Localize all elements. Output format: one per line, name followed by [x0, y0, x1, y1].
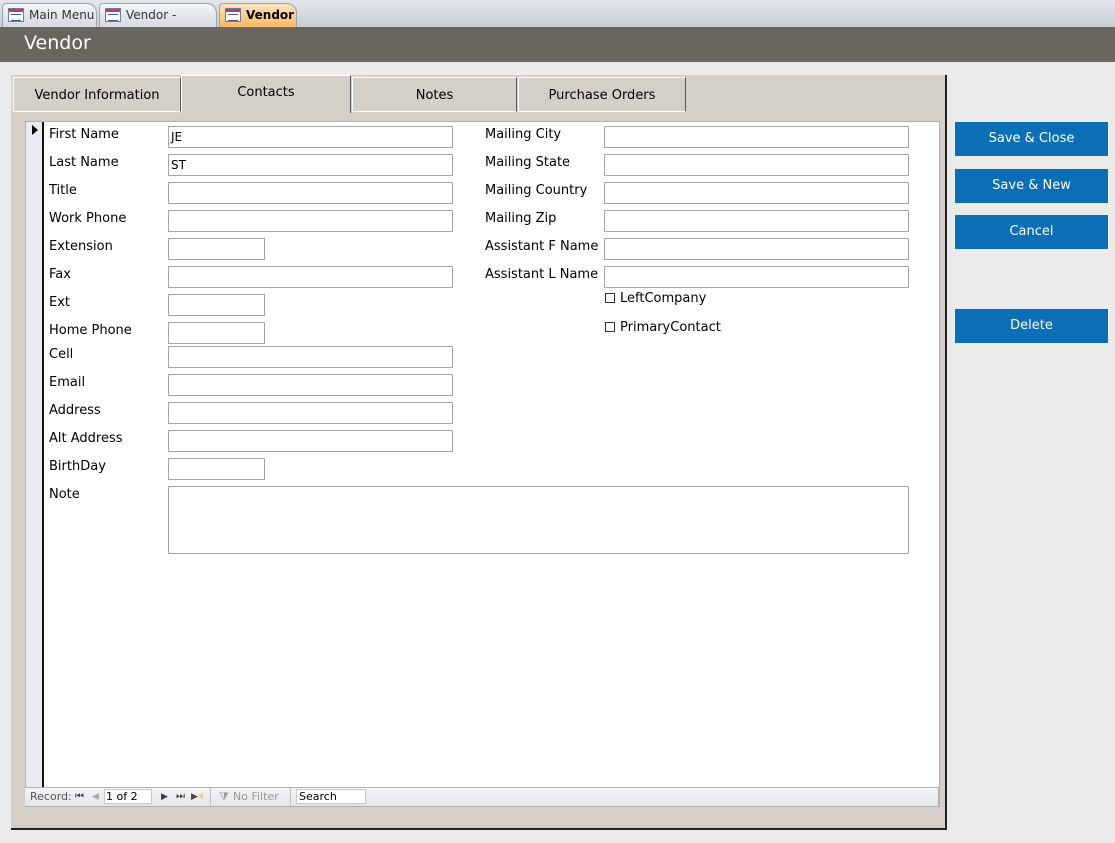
- doc-tab-main-menu[interactable]: Main Menu: [2, 3, 97, 27]
- work-phone-label: Work Phone: [49, 211, 127, 226]
- left-company-checkbox[interactable]: [605, 293, 615, 303]
- mailing-state-label: Mailing State: [485, 155, 571, 170]
- birthday-label: BirthDay: [49, 459, 106, 474]
- mailing-country-label: Mailing Country: [485, 183, 588, 198]
- mailing-city-label: Mailing City: [485, 127, 562, 142]
- tab-notes[interactable]: Notes: [352, 77, 517, 112]
- no-filter-button[interactable]: No Filter: [233, 790, 279, 804]
- primary-contact-checkbox[interactable]: [605, 322, 615, 332]
- doc-tab-vendor-search[interactable]: Vendor - Search: [99, 3, 217, 44]
- delete-button[interactable]: Delete: [955, 309, 1108, 343]
- ext-field[interactable]: [168, 294, 265, 316]
- title-label: Title: [49, 183, 77, 198]
- tab-contacts[interactable]: Contacts: [181, 75, 351, 113]
- assistant-l-name-label: Assistant L Name: [485, 267, 599, 282]
- work-phone-field[interactable]: [168, 210, 453, 232]
- tab-label: Vendor Information: [34, 88, 160, 103]
- note-field[interactable]: [168, 486, 909, 554]
- tab-label: Notes: [415, 88, 454, 103]
- mailing-zip-label: Mailing Zip: [485, 211, 557, 226]
- tab-label: Contacts: [237, 85, 295, 100]
- new-record-icon[interactable]: ▶✳: [191, 790, 205, 804]
- primary-contact-label: PrimaryContact: [620, 320, 721, 335]
- assistant-f-name-label: Assistant F Name: [485, 239, 599, 254]
- doc-tab-label: Vendor: [246, 8, 295, 22]
- alt-address-field[interactable]: [168, 430, 453, 452]
- mailing-zip-field[interactable]: [604, 210, 909, 232]
- extension-label: Extension: [49, 239, 113, 254]
- doc-tab-label: Main Menu: [29, 8, 95, 22]
- tab-label: Purchase Orders: [548, 88, 656, 103]
- form-icon: [8, 8, 24, 22]
- page-title: Vendor: [24, 32, 91, 54]
- email-label: Email: [49, 375, 86, 390]
- note-label: Note: [49, 487, 80, 502]
- birthday-field[interactable]: [168, 458, 265, 480]
- current-record-arrow-icon: [32, 125, 38, 135]
- first-name-field[interactable]: JE: [168, 126, 453, 148]
- fax-field[interactable]: [168, 266, 453, 288]
- next-record-icon[interactable]: ▶: [161, 790, 168, 804]
- filter-icon[interactable]: ⧩: [219, 790, 229, 804]
- left-company-label: LeftCompany: [620, 291, 707, 306]
- record-label: Record:: [30, 790, 72, 803]
- last-record-icon[interactable]: ⏭: [176, 790, 185, 804]
- assistant-f-name-field[interactable]: [604, 238, 909, 260]
- save-new-button[interactable]: Save & New: [955, 169, 1108, 203]
- address-field[interactable]: [168, 402, 453, 424]
- last-name-field[interactable]: ST: [168, 154, 453, 176]
- mailing-state-field[interactable]: [604, 154, 909, 176]
- title-field[interactable]: [168, 182, 453, 204]
- fax-label: Fax: [49, 267, 71, 282]
- divider: [210, 788, 211, 806]
- assistant-l-name-field[interactable]: [604, 266, 909, 288]
- ext-label: Ext: [49, 295, 71, 310]
- search-input[interactable]: Search: [296, 789, 366, 804]
- record-navigation-bar: Record: ⏮ ◀ 1 of 2 ▶ ⏭ ▶✳ ⧩ No Filter Se…: [25, 787, 939, 806]
- alt-address-label: Alt Address: [49, 431, 123, 446]
- first-name-label: First Name: [49, 127, 119, 142]
- cell-label: Cell: [49, 347, 74, 362]
- form-icon: [225, 8, 241, 22]
- divider: [290, 788, 291, 806]
- first-record-icon[interactable]: ⏮: [75, 790, 84, 804]
- mailing-city-field[interactable]: [604, 126, 909, 148]
- save-close-button[interactable]: Save & Close: [955, 122, 1108, 156]
- home-phone-label: Home Phone: [49, 323, 132, 338]
- home-phone-field[interactable]: [168, 322, 265, 344]
- extension-field[interactable]: [168, 238, 265, 260]
- form-icon: [105, 8, 121, 22]
- document-tab-bar: Main Menu Vendor - Search Vendor: [0, 0, 1115, 44]
- tab-purchase-orders[interactable]: Purchase Orders: [518, 77, 686, 112]
- record-selector[interactable]: [26, 122, 44, 806]
- mailing-country-field[interactable]: [604, 182, 909, 204]
- last-name-label: Last Name: [49, 155, 119, 170]
- tab-control: Vendor Information Contacts Notes Purcha…: [11, 75, 947, 830]
- doc-tab-vendor[interactable]: Vendor: [219, 3, 297, 27]
- cell-field[interactable]: [168, 346, 453, 368]
- cancel-button[interactable]: Cancel: [955, 215, 1108, 249]
- previous-record-icon[interactable]: ◀: [92, 790, 99, 804]
- contacts-subform: First Name JE Last Name ST Title Work Ph…: [25, 121, 940, 807]
- email-field[interactable]: [168, 374, 453, 396]
- current-record-input[interactable]: 1 of 2: [104, 789, 152, 804]
- address-label: Address: [49, 403, 101, 418]
- tab-vendor-information[interactable]: Vendor Information: [13, 77, 181, 112]
- form-header: Vendor: [0, 27, 1115, 62]
